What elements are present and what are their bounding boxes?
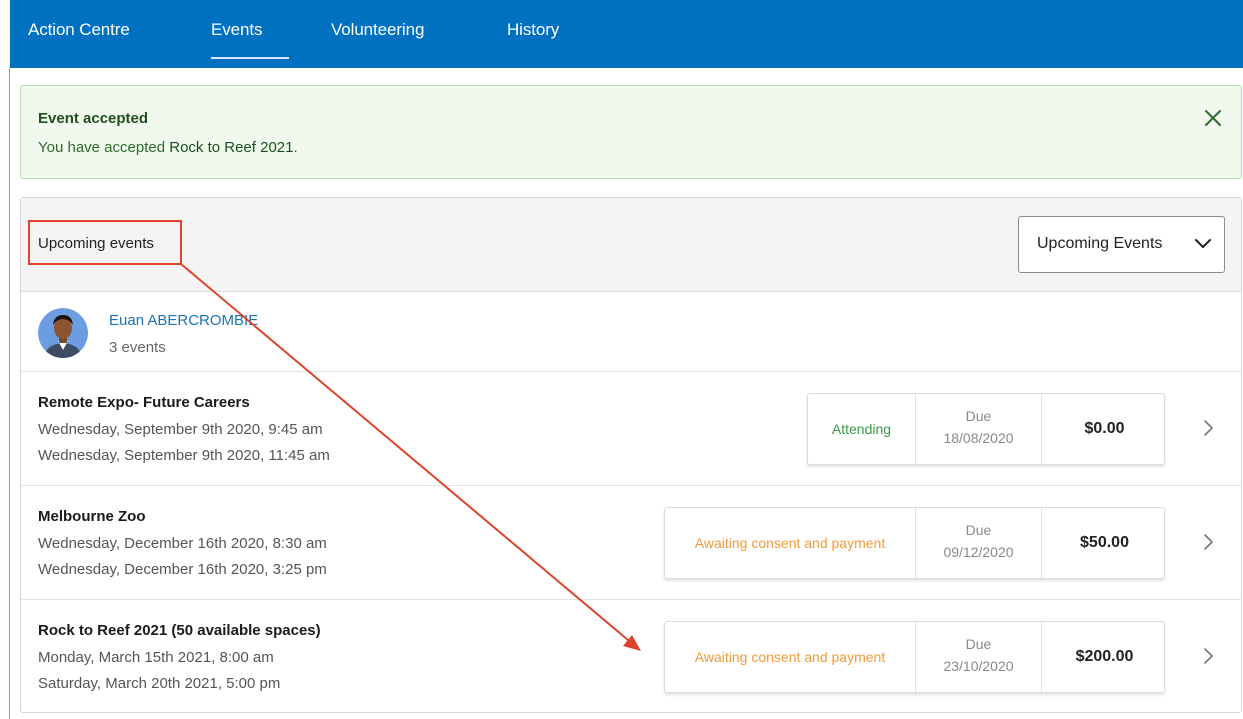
due-date: 18/08/2020 — [943, 430, 1014, 446]
event-end: Saturday, March 20th 2021, 5:00 pm — [38, 675, 281, 692]
top-navigation: Action Centre Events Volunteering Histor… — [10, 0, 1243, 68]
event-amount: $50.00 — [1080, 534, 1129, 551]
event-start: Monday, March 15th 2021, 8:00 am — [38, 649, 274, 666]
due-date: 09/12/2020 — [943, 544, 1014, 560]
event-status: Awaiting consent and payment — [665, 622, 916, 692]
event-title: Remote Expo- Future Careers — [38, 394, 250, 411]
event-amount: $200.00 — [1075, 648, 1134, 665]
alert-event-name: Rock to Reef 2021 — [169, 139, 294, 156]
annotation-highlight-box — [28, 220, 182, 265]
event-start: Wednesday, December 16th 2020, 8:30 am — [38, 535, 327, 552]
chevron-right-icon[interactable] — [1202, 533, 1214, 551]
chevron-right-icon[interactable] — [1202, 647, 1214, 665]
chevron-right-icon[interactable] — [1202, 419, 1214, 437]
tab-events[interactable]: Events — [211, 20, 262, 40]
due-label: Due — [965, 636, 992, 652]
tab-action-centre[interactable]: Action Centre — [28, 20, 130, 40]
person-name-link[interactable]: Euan ABERCROMBIE — [109, 312, 258, 329]
alert-message-suffix: . — [293, 139, 298, 156]
person-header: Euan ABERCROMBIE 3 events — [21, 292, 1241, 372]
avatar — [38, 308, 88, 358]
alert-title: Event accepted — [38, 110, 149, 127]
event-title: Rock to Reef 2021 (50 available spaces) — [38, 622, 321, 639]
close-icon[interactable] — [1201, 106, 1225, 130]
event-row[interactable]: Melbourne Zoo Wednesday, December 16th 2… — [21, 486, 1241, 600]
tab-history[interactable]: History — [507, 20, 559, 40]
event-due: Due 23/10/2020 — [916, 622, 1042, 692]
event-row[interactable]: Rock to Reef 2021 (50 available spaces) … — [21, 600, 1241, 714]
event-status: Attending — [808, 394, 916, 464]
alert-message: You have accepted Rock to Reef 2021. — [38, 139, 298, 156]
event-title: Melbourne Zoo — [38, 508, 146, 525]
filter-selected-label: Upcoming Events — [1037, 235, 1163, 252]
event-status-card: Attending Due 18/08/2020 $0.00 — [807, 393, 1165, 465]
event-end: Wednesday, December 16th 2020, 3:25 pm — [38, 561, 327, 578]
due-label: Due — [965, 408, 992, 424]
event-row[interactable]: Remote Expo- Future Careers Wednesday, S… — [21, 372, 1241, 486]
due-label: Due — [965, 522, 992, 538]
active-tab-indicator — [211, 57, 289, 59]
event-status-card: Awaiting consent and payment Due 09/12/2… — [664, 507, 1165, 579]
due-date: 23/10/2020 — [943, 658, 1014, 674]
alert-message-prefix: You have accepted — [38, 139, 170, 156]
events-panel: Upcoming events Upcoming Events Euan ABE… — [20, 197, 1242, 713]
event-end: Wednesday, September 9th 2020, 11:45 am — [38, 447, 330, 464]
event-count: 3 events — [109, 339, 166, 356]
event-status-card: Awaiting consent and payment Due 23/10/2… — [664, 621, 1165, 693]
events-filter-dropdown[interactable]: Upcoming Events — [1018, 216, 1225, 273]
event-due: Due 18/08/2020 — [916, 394, 1042, 464]
event-status: Awaiting consent and payment — [665, 508, 916, 578]
chevron-down-icon — [1194, 237, 1212, 251]
event-amount: $0.00 — [1084, 420, 1125, 437]
tab-volunteering[interactable]: Volunteering — [331, 20, 424, 40]
frame-border — [9, 68, 10, 719]
success-alert: Event accepted You have accepted Rock to… — [20, 85, 1242, 179]
event-due: Due 09/12/2020 — [916, 508, 1042, 578]
panel-header: Upcoming events Upcoming Events — [21, 198, 1241, 292]
event-start: Wednesday, September 9th 2020, 9:45 am — [38, 421, 323, 438]
